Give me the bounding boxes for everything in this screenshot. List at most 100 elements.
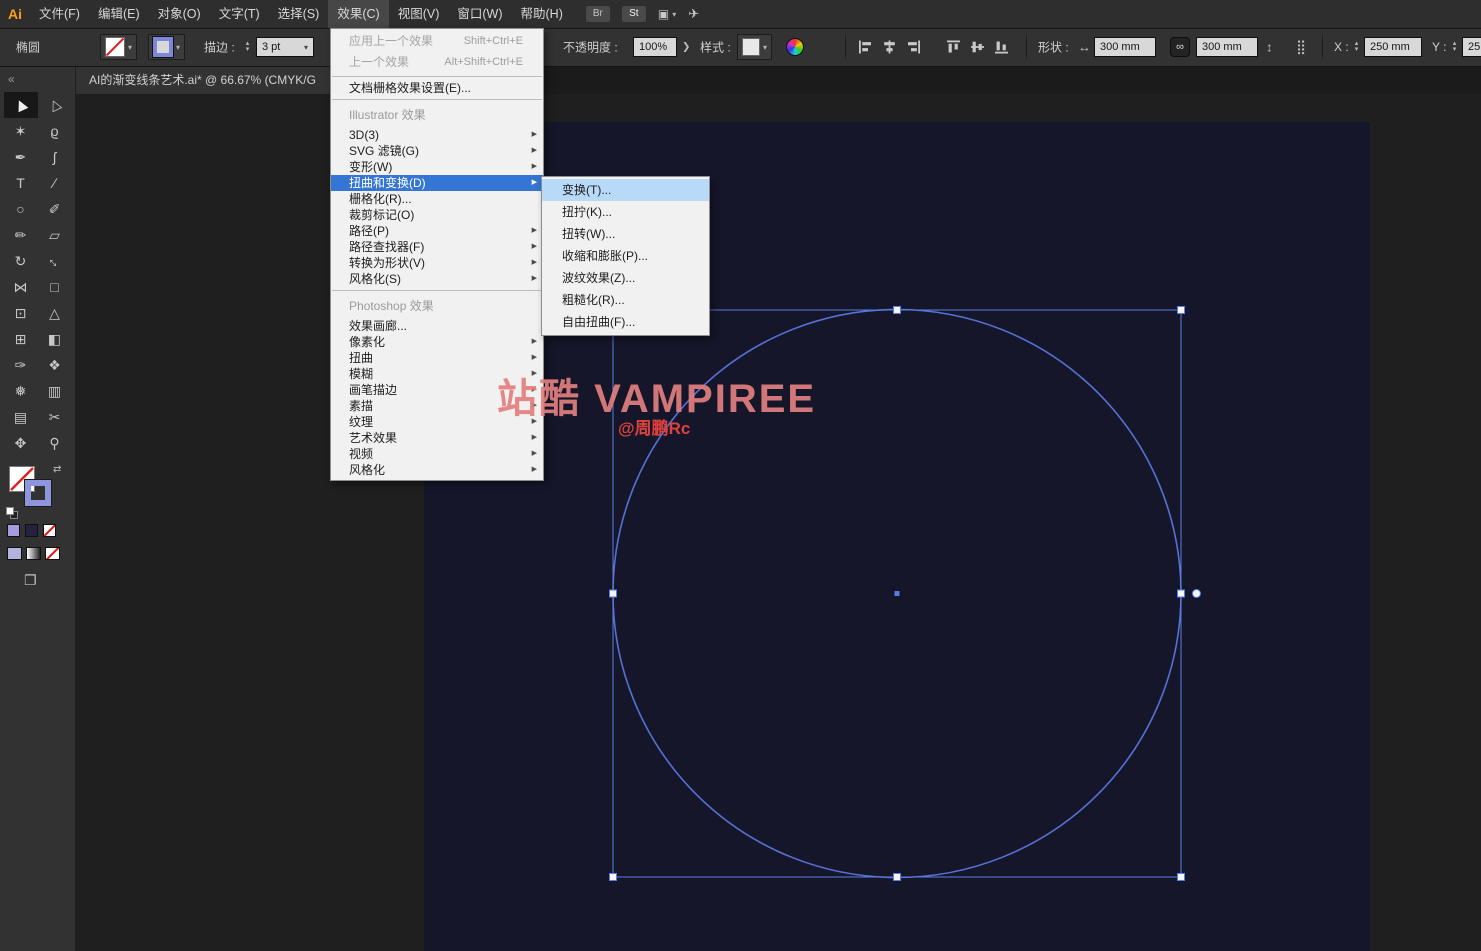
align-vertical-middle-icon[interactable] <box>970 40 985 55</box>
menubar-item[interactable]: 文件(F) <box>30 0 89 28</box>
rotate-tool[interactable]: ↻ <box>4 248 38 274</box>
magic-wand-tool[interactable]: ✶ <box>4 118 38 144</box>
effect-menu-item[interactable]: 上一个效果 Alt+Shift+Ctrl+E <box>331 52 543 73</box>
effect-menu-item[interactable]: 风格化 ▶ <box>331 462 543 478</box>
effect-menu-item[interactable]: 风格化(S) ▶ <box>331 271 543 287</box>
swatch-dark[interactable] <box>25 524 38 537</box>
transform-submenu-item[interactable]: 自由扭曲(F)... <box>542 311 709 333</box>
shape-builder-tool[interactable]: ⊡ <box>4 300 38 326</box>
gradient-mode-button[interactable] <box>26 547 41 560</box>
lasso-tool[interactable]: ϱ <box>38 118 72 144</box>
align-vertical-bottom-icon[interactable] <box>994 40 1009 55</box>
handle-bottom-right[interactable] <box>1177 873 1185 881</box>
effect-menu-item[interactable]: 视频 ▶ <box>331 446 543 462</box>
effect-menu-item[interactable]: 转换为形状(V) ▶ <box>331 255 543 271</box>
effect-menu-item[interactable]: 裁剪标记(O) <box>331 207 543 223</box>
gradient-tool[interactable]: ◧ <box>38 326 72 352</box>
transform-submenu-item[interactable]: 收缩和膨胀(P)... <box>542 245 709 267</box>
effect-menu-item[interactable]: 素描 ▶ <box>331 398 543 414</box>
workspace-switcher-button[interactable]: ▣ ▾ <box>658 7 676 21</box>
mesh-tool[interactable]: ⊞ <box>4 326 38 352</box>
transform-submenu-item[interactable]: 粗糙化(R)... <box>542 289 709 311</box>
x-stepper[interactable]: ▴ ▾ <box>1352 40 1361 53</box>
hand-tool[interactable]: ✥ <box>4 430 38 456</box>
align-vertical-top-icon[interactable] <box>946 40 961 55</box>
link-dimensions-button[interactable]: ∞ <box>1170 37 1190 57</box>
line-segment-tool[interactable]: ∕ <box>38 170 72 196</box>
transform-submenu-item[interactable]: 扭拧(K)... <box>542 201 709 223</box>
transform-submenu-item[interactable]: 扭转(W)... <box>542 223 709 245</box>
slice-tool[interactable]: ✂ <box>38 404 72 430</box>
bridge-icon[interactable]: Br <box>585 6 610 22</box>
effect-menu-item[interactable]: 纹理 ▶ <box>331 414 543 430</box>
screen-mode-button[interactable]: ❐ <box>24 572 37 589</box>
stroke-weight-field[interactable]: 3 pt ▾ <box>256 37 314 57</box>
none-mode-button[interactable] <box>45 547 60 560</box>
align-horizontal-left-icon[interactable] <box>858 40 873 55</box>
effect-menu-item[interactable]: 艺术效果 ▶ <box>331 430 543 446</box>
recolor-artwork-icon[interactable] <box>786 38 804 56</box>
effect-menu-item[interactable]: 扭曲 ▶ <box>331 350 543 366</box>
handle-bottom-left[interactable] <box>609 873 617 881</box>
menubar-item[interactable]: 窗口(W) <box>448 0 511 28</box>
stroke-weight-stepper[interactable]: ▴ ▾ <box>243 40 252 53</box>
transform-submenu-item[interactable]: 波纹效果(Z)... <box>542 267 709 289</box>
stepper-down-icon[interactable]: ▾ <box>243 46 252 53</box>
effect-menu-item[interactable]: 路径查找器(F) ▶ <box>331 239 543 255</box>
stroke-color-indicator[interactable] <box>24 479 52 507</box>
zoom-tool[interactable]: ⚲ <box>38 430 72 456</box>
direct-selection-tool[interactable]: ▷ <box>38 92 72 118</box>
effect-menu-item[interactable]: 变形(W) ▶ <box>331 159 543 175</box>
eraser-tool[interactable]: ▱ <box>38 222 72 248</box>
effect-menu-item[interactable]: 画笔描边 ▶ <box>331 382 543 398</box>
pen-tool[interactable]: ✒ <box>4 144 38 170</box>
artboard-tool[interactable]: ▤ <box>4 404 38 430</box>
effect-menu-item[interactable]: 应用上一个效果 Shift+Ctrl+E <box>331 31 543 52</box>
effect-menu-item[interactable]: 扭曲和变换(D) ▶ <box>331 175 543 191</box>
menubar-item[interactable]: 文字(T) <box>210 0 269 28</box>
reference-point-grid-icon[interactable]: ⣿ <box>1296 39 1306 56</box>
handle-middle-right[interactable] <box>1177 589 1185 598</box>
effect-menu-item[interactable]: 模糊 ▶ <box>331 366 543 382</box>
opacity-panel-chevron-icon[interactable]: ❯ <box>682 42 690 53</box>
opacity-field[interactable]: 100% <box>633 37 677 57</box>
effect-menu-item[interactable]: 效果画廊... <box>331 318 543 334</box>
handle-top-right[interactable] <box>1177 306 1185 314</box>
align-horizontal-center-icon[interactable] <box>882 40 897 55</box>
free-transform-tool[interactable]: □ <box>38 274 72 300</box>
menubar-item[interactable]: 帮助(H) <box>512 0 572 28</box>
shape-height-field[interactable]: 300 mm <box>1196 37 1258 57</box>
paintbrush-tool[interactable]: ✐ <box>38 196 72 222</box>
selection-tool[interactable]: ▶ <box>3 92 38 118</box>
menubar-item[interactable]: 对象(O) <box>149 0 210 28</box>
shape-width-field[interactable]: 300 mm <box>1094 37 1156 57</box>
document-tab[interactable]: AI的渐变线条艺术.ai* @ 66.67% (CMYK/G <box>75 66 331 94</box>
swatch-lavender[interactable] <box>7 524 20 537</box>
effect-menu-item[interactable]: 像素化 ▶ <box>331 334 543 350</box>
blend-tool[interactable]: ❖ <box>38 352 72 378</box>
live-shape-widget[interactable] <box>1192 589 1201 598</box>
default-fill-stroke-icon[interactable] <box>6 506 18 524</box>
curvature-tool[interactable]: ʃ <box>38 144 72 170</box>
symbol-sprayer-tool[interactable]: ❅ <box>4 378 38 404</box>
color-mode-button[interactable] <box>7 547 22 560</box>
perspective-grid-tool[interactable]: △ <box>38 300 72 326</box>
type-tool[interactable]: T <box>4 170 38 196</box>
fill-color-dropdown[interactable]: ▾ <box>100 34 138 60</box>
effect-menu-item[interactable]: SVG 滤镜(G) ▶ <box>331 143 543 159</box>
align-horizontal-right-icon[interactable] <box>906 40 921 55</box>
eyedropper-tool[interactable]: ✑ <box>4 352 38 378</box>
y-stepper[interactable]: ▴ ▾ <box>1450 40 1459 53</box>
menubar-item[interactable]: 选择(S) <box>269 0 329 28</box>
stroke-color-dropdown[interactable]: ▾ <box>148 34 186 60</box>
pencil-tool[interactable]: ✏ <box>4 222 38 248</box>
stepper-down-icon[interactable]: ▾ <box>1352 46 1361 53</box>
effect-menu-item[interactable]: 文档栅格效果设置(E)... <box>331 80 543 96</box>
swap-fill-stroke-icon[interactable]: ⇄ <box>53 464 61 475</box>
handle-bottom-center[interactable] <box>893 873 901 881</box>
column-graph-tool[interactable]: ▥ <box>38 378 72 404</box>
scale-tool[interactable]: ↔ <box>38 248 72 274</box>
effect-menu-item[interactable]: 栅格化(R)... <box>331 191 543 207</box>
width-tool[interactable]: ⋈ <box>4 274 38 300</box>
stock-icon[interactable]: St <box>621 6 646 22</box>
